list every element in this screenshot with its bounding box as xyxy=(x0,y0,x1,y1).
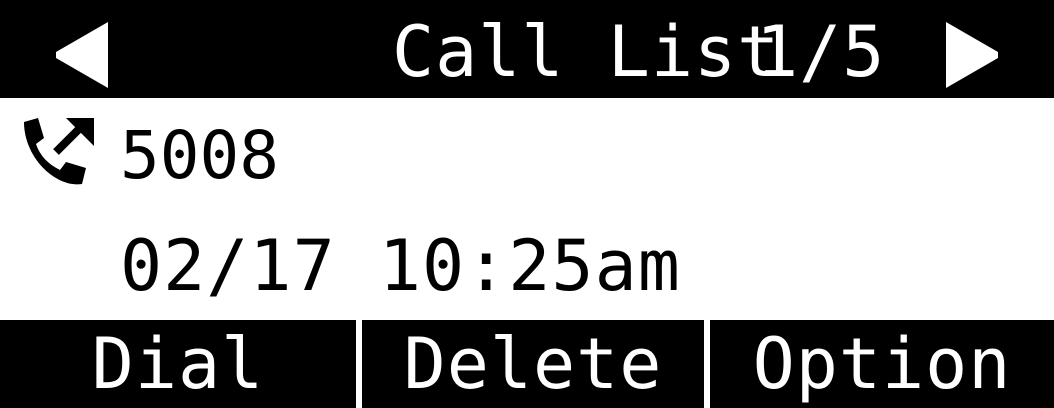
title-bar: Call List 1/5 xyxy=(0,0,1054,98)
softkey-bar: Dial Delete Option xyxy=(0,320,1054,408)
page-indicator: 1/5 xyxy=(756,11,886,93)
dial-button[interactable]: Dial xyxy=(0,320,356,408)
arrow-left-icon[interactable] xyxy=(54,22,110,88)
call-datetime: 02/17 10:25am xyxy=(120,225,681,307)
call-list-item[interactable]: 5008 02/17 10:25am xyxy=(0,98,1054,320)
page-title: Call List xyxy=(392,11,781,93)
arrow-right-icon[interactable] xyxy=(944,22,1000,88)
option-button[interactable]: Option xyxy=(710,320,1054,408)
call-number: 5008 xyxy=(120,117,279,194)
delete-button[interactable]: Delete xyxy=(362,320,704,408)
outgoing-call-icon xyxy=(16,112,102,192)
